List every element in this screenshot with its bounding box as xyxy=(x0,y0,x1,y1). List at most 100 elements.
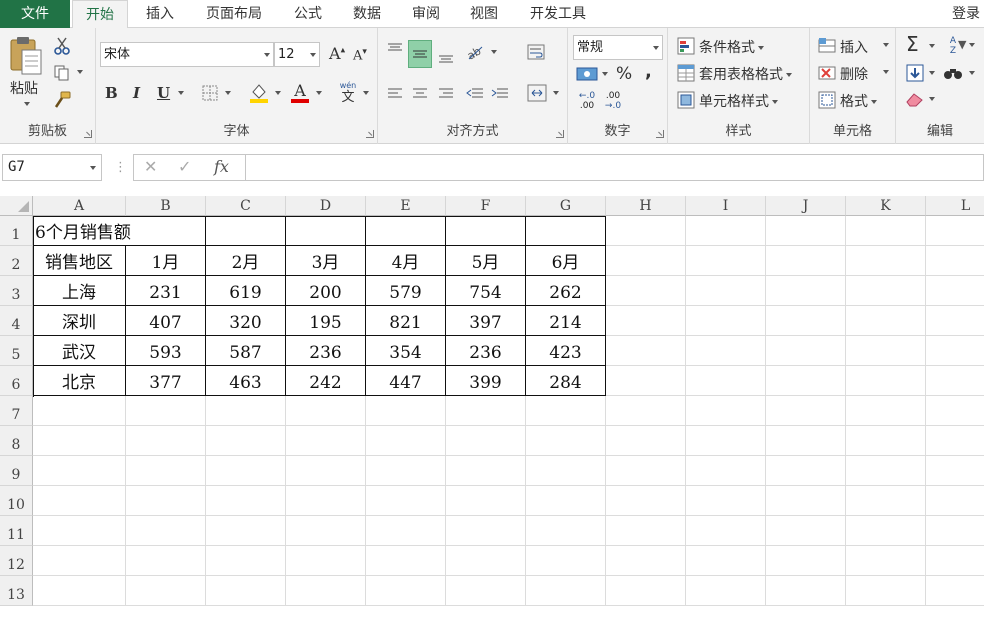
delete-cells-dropdown-icon[interactable] xyxy=(880,64,889,80)
cell-i10[interactable] xyxy=(686,486,766,516)
insert-cells-icon[interactable] xyxy=(817,36,837,56)
increase-indent-icon[interactable] xyxy=(490,84,510,104)
cell-i6[interactable] xyxy=(686,366,766,396)
middle-align-icon[interactable] xyxy=(408,40,432,68)
row-header-9[interactable]: 9 xyxy=(0,456,33,486)
cell-e10[interactable] xyxy=(366,486,446,516)
cell-l10[interactable] xyxy=(926,486,984,516)
cell-e12[interactable] xyxy=(366,546,446,576)
row-header-7[interactable]: 7 xyxy=(0,396,33,426)
cell-c5[interactable]: 587 xyxy=(206,336,286,366)
cell-f7[interactable] xyxy=(446,396,526,426)
underline-button[interactable]: U xyxy=(157,84,170,102)
cell-d13[interactable] xyxy=(286,576,366,606)
clear-dropdown-icon[interactable] xyxy=(926,91,935,107)
cell-a1[interactable]: 6个月销售额 xyxy=(33,216,131,246)
cell-g3[interactable]: 262 xyxy=(526,276,606,306)
cell-j11[interactable] xyxy=(766,516,846,546)
cell-k7[interactable] xyxy=(846,396,926,426)
select-all-button[interactable] xyxy=(0,196,33,216)
cell-d6[interactable]: 242 xyxy=(286,366,366,396)
accounting-format-icon[interactable] xyxy=(575,64,599,84)
number-launcher-icon[interactable] xyxy=(656,130,664,138)
row-header-2[interactable]: 2 xyxy=(0,246,33,276)
tab-view[interactable]: 视图 xyxy=(458,0,510,28)
cell-k2[interactable] xyxy=(846,246,926,276)
cell-e1[interactable] xyxy=(366,216,446,246)
align-right-icon[interactable] xyxy=(436,84,456,104)
insert-function-icon[interactable]: fx xyxy=(214,157,229,176)
cell-c11[interactable] xyxy=(206,516,286,546)
cell-d12[interactable] xyxy=(286,546,366,576)
clear-eraser-icon[interactable] xyxy=(904,89,926,109)
fill-icon[interactable] xyxy=(904,62,926,84)
cell-e9[interactable] xyxy=(366,456,446,486)
cell-e6[interactable]: 447 xyxy=(366,366,446,396)
cell-f10[interactable] xyxy=(446,486,526,516)
decrease-decimal-icon[interactable]: .00 →.0 xyxy=(601,90,625,112)
column-header-f[interactable]: F xyxy=(446,196,526,216)
cell-e11[interactable] xyxy=(366,516,446,546)
font-color-icon[interactable]: A xyxy=(288,81,312,105)
accounting-dropdown-icon[interactable] xyxy=(599,66,608,82)
row-header-3[interactable]: 3 xyxy=(0,276,33,306)
cell-l12[interactable] xyxy=(926,546,984,576)
cell-e4[interactable]: 821 xyxy=(366,306,446,336)
cell-h10[interactable] xyxy=(606,486,686,516)
cut-icon[interactable] xyxy=(52,36,72,56)
cell-d8[interactable] xyxy=(286,426,366,456)
cell-a10[interactable] xyxy=(33,486,126,516)
file-tab[interactable]: 文件 xyxy=(0,0,70,28)
sort-filter-dropdown-icon[interactable]: ▼ xyxy=(958,38,976,51)
cell-styles-icon[interactable] xyxy=(676,90,696,110)
increase-decimal-icon[interactable]: ←.0.00 xyxy=(575,90,599,112)
cell-j4[interactable] xyxy=(766,306,846,336)
cell-d2[interactable]: 3月 xyxy=(286,246,366,276)
cell-c6[interactable]: 463 xyxy=(206,366,286,396)
column-header-e[interactable]: E xyxy=(366,196,446,216)
cell-g7[interactable] xyxy=(526,396,606,426)
font-size-select[interactable]: 12 xyxy=(274,42,320,67)
clipboard-launcher-icon[interactable] xyxy=(84,130,92,138)
cell-a13[interactable] xyxy=(33,576,126,606)
cell-i9[interactable] xyxy=(686,456,766,486)
cell-b10[interactable] xyxy=(126,486,206,516)
copy-icon[interactable] xyxy=(52,63,72,83)
cell-h3[interactable] xyxy=(606,276,686,306)
formula-bar-grip-icon[interactable]: ⋮ xyxy=(114,160,127,175)
row-header-13[interactable]: 13 xyxy=(0,576,33,606)
cell-e2[interactable]: 4月 xyxy=(366,246,446,276)
cell-a5[interactable]: 武汉 xyxy=(33,336,126,366)
cell-c8[interactable] xyxy=(206,426,286,456)
borders-icon[interactable] xyxy=(200,83,220,103)
merge-center-icon[interactable] xyxy=(526,82,548,104)
cell-g10[interactable] xyxy=(526,486,606,516)
cell-h5[interactable] xyxy=(606,336,686,366)
underline-dropdown-icon[interactable] xyxy=(175,85,184,101)
borders-dropdown-icon[interactable] xyxy=(222,85,231,101)
cell-g5[interactable]: 423 xyxy=(526,336,606,366)
tab-home[interactable]: 开始 xyxy=(72,0,128,29)
bottom-align-icon[interactable] xyxy=(436,46,456,66)
cell-c2[interactable]: 2月 xyxy=(206,246,286,276)
cell-g6[interactable]: 284 xyxy=(526,366,606,396)
cell-c9[interactable] xyxy=(206,456,286,486)
cell-d10[interactable] xyxy=(286,486,366,516)
cell-e5[interactable]: 354 xyxy=(366,336,446,366)
row-header-12[interactable]: 12 xyxy=(0,546,33,576)
format-as-table-button[interactable]: 套用表格格式 xyxy=(699,64,792,84)
cell-d5[interactable]: 236 xyxy=(286,336,366,366)
comma-style-button[interactable]: , xyxy=(645,61,652,82)
cell-d7[interactable] xyxy=(286,396,366,426)
cell-g8[interactable] xyxy=(526,426,606,456)
cell-l6[interactable] xyxy=(926,366,984,396)
insert-cells-button[interactable]: 插入 xyxy=(840,37,868,57)
cell-j7[interactable] xyxy=(766,396,846,426)
shrink-font-button[interactable]: A▾ xyxy=(353,47,367,63)
cell-g13[interactable] xyxy=(526,576,606,606)
cell-h1[interactable] xyxy=(606,216,686,246)
formula-input[interactable] xyxy=(246,154,984,181)
column-header-d[interactable]: D xyxy=(286,196,366,216)
tab-page-layout[interactable]: 页面布局 xyxy=(194,0,274,28)
cell-k8[interactable] xyxy=(846,426,926,456)
